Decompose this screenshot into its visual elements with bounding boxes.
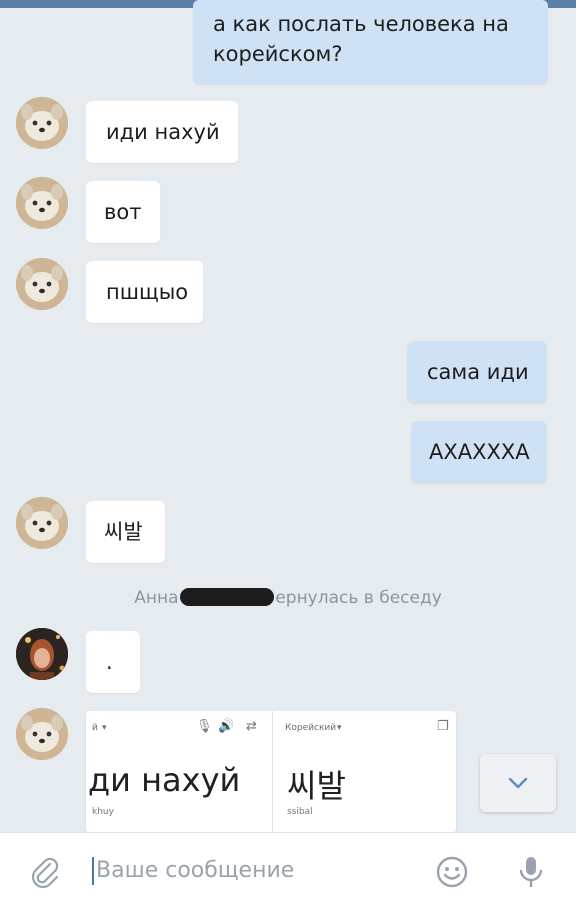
chevron-down-icon: ▾ bbox=[337, 723, 342, 733]
emoji-button[interactable] bbox=[435, 855, 469, 893]
incoming-message[interactable]: . bbox=[86, 631, 140, 693]
sender-avatar[interactable] bbox=[16, 708, 68, 760]
incoming-message[interactable]: 씨발 bbox=[86, 501, 165, 563]
paperclip-icon bbox=[31, 857, 59, 889]
incoming-message[interactable]: пшщыо bbox=[86, 261, 203, 323]
swap-icon: ⇄ bbox=[246, 719, 257, 734]
message-text: пшщыо bbox=[106, 280, 189, 304]
message-text: вот bbox=[104, 200, 142, 224]
incoming-message[interactable]: вот bbox=[86, 181, 160, 243]
system-user-name[interactable]: Анна bbox=[134, 588, 178, 608]
target-transliteration: ssibal bbox=[287, 807, 313, 817]
message-text: 씨발 bbox=[104, 520, 143, 544]
source-language: й bbox=[92, 723, 98, 733]
microphone-icon: 🎙 bbox=[196, 719, 213, 734]
attach-button[interactable] bbox=[28, 855, 62, 893]
system-message: Анна ернулась в беседу bbox=[0, 588, 576, 608]
message-input[interactable]: Ваше сообщение bbox=[92, 857, 294, 885]
outgoing-message[interactable]: а как послать человека на корейском? bbox=[193, 0, 548, 84]
scroll-down-button[interactable] bbox=[480, 754, 556, 812]
sender-avatar[interactable] bbox=[16, 628, 68, 680]
chevron-down-icon bbox=[508, 777, 528, 789]
outgoing-message[interactable]: сама иди bbox=[407, 341, 547, 403]
message-composer: Ваше сообщение bbox=[0, 832, 576, 910]
incoming-message[interactable]: иди нахуй bbox=[86, 101, 238, 163]
message-text: . bbox=[106, 650, 113, 674]
system-text: ернулась в беседу bbox=[275, 588, 442, 608]
message-text: а как послать человека на корейском? bbox=[213, 12, 509, 66]
source-transliteration: khuy bbox=[92, 807, 114, 817]
copy-icon: ❐ bbox=[437, 719, 449, 734]
translator-screenshot[interactable]: й ▾ 🎙 🔊 ⇄ ди нахуй khuy Корейский ▾ ❐ 씨발… bbox=[86, 711, 456, 833]
target-text: 씨발 bbox=[287, 767, 346, 805]
message-text: сама иди bbox=[427, 360, 529, 384]
voice-button[interactable] bbox=[517, 855, 545, 893]
microphone-icon bbox=[519, 857, 543, 887]
message-text: иди нахуй bbox=[106, 120, 220, 144]
translator-source-pane: й ▾ 🎙 🔊 ⇄ ди нахуй khuy bbox=[86, 711, 273, 833]
sender-avatar[interactable] bbox=[16, 258, 68, 310]
speaker-icon: 🔊 bbox=[218, 719, 235, 734]
redaction-bar bbox=[179, 588, 274, 606]
sender-avatar[interactable] bbox=[16, 177, 68, 229]
sender-avatar[interactable] bbox=[16, 97, 68, 149]
sender-avatar[interactable] bbox=[16, 497, 68, 549]
source-text: ди нахуй bbox=[88, 761, 241, 799]
chevron-down-icon: ▾ bbox=[102, 723, 107, 733]
target-language: Корейский bbox=[285, 723, 337, 733]
message-text: АХАХХХА bbox=[429, 440, 530, 464]
emoji-icon bbox=[436, 856, 468, 888]
translator-target-pane: Корейский ▾ ❐ 씨발 ssibal bbox=[273, 711, 456, 833]
outgoing-message[interactable]: АХАХХХА bbox=[411, 421, 547, 483]
